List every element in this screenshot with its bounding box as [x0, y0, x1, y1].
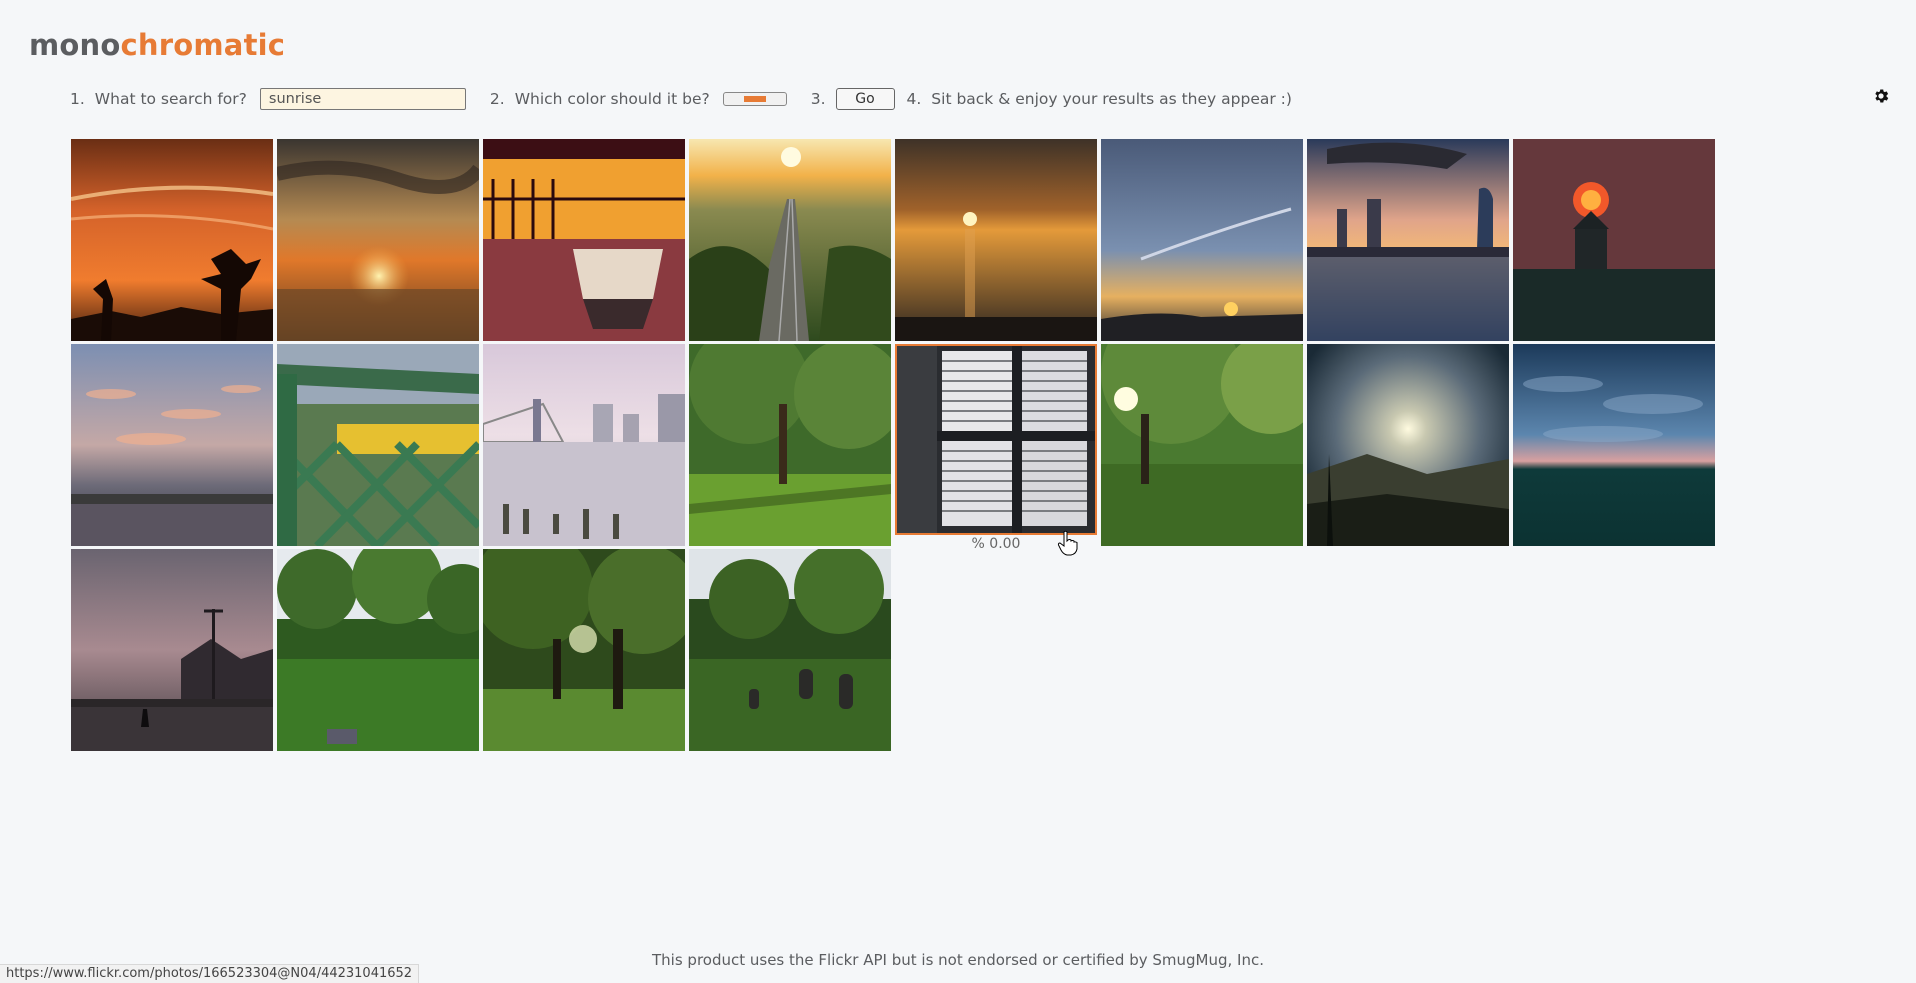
result-image[interactable] [70, 139, 274, 341]
result-image[interactable] [71, 549, 273, 751]
result-image[interactable] [277, 534, 497, 751]
search-toolbar: 1. What to search for? sunrise 2. Which … [70, 84, 1305, 114]
result-image[interactable] [1307, 344, 1509, 546]
step-3-number: 3. [810, 90, 826, 108]
result-image[interactable] [1101, 304, 1321, 546]
logo-mono: mono [29, 28, 121, 62]
go-button[interactable]: Go [835, 88, 895, 110]
hand-cursor-icon [1057, 530, 1078, 556]
result-image[interactable] [483, 139, 685, 341]
result-image[interactable] [895, 139, 1097, 341]
step-4-label: Sit back & enjoy your results as they ap… [931, 90, 1292, 108]
step-1-label: What to search for? [94, 90, 247, 108]
app-logo: monochromatic [29, 28, 285, 62]
result-image[interactable] [689, 324, 904, 546]
results-grid: % 0.00 [70, 139, 1719, 751]
result-image[interactable] [689, 544, 891, 751]
result-image[interactable] [482, 344, 685, 546]
step-2-label: Which color should it be? [514, 90, 710, 108]
color-picker-swatch [743, 96, 766, 102]
result-image[interactable] [1307, 139, 1509, 341]
step-4-number: 4. [906, 90, 922, 108]
step-2-number: 2. [489, 90, 505, 108]
color-picker[interactable] [722, 92, 787, 106]
result-image[interactable] [1101, 139, 1303, 341]
result-image[interactable] [1513, 344, 1715, 546]
result-image[interactable] [473, 529, 698, 751]
result-image[interactable] [275, 139, 485, 341]
result-image-hovered[interactable]: % 0.00 [895, 344, 1097, 552]
search-input[interactable]: sunrise [259, 88, 466, 110]
logo-chromatic: chromatic [120, 28, 286, 62]
step-1-number: 1. [70, 90, 85, 108]
result-image[interactable] [1513, 139, 1715, 341]
result-image[interactable] [274, 344, 482, 549]
status-bar-url: https://www.flickr.com/photos/166523304@… [0, 964, 420, 983]
result-image[interactable] [689, 139, 891, 342]
gear-icon[interactable] [1872, 87, 1890, 105]
result-image[interactable] [71, 344, 273, 546]
